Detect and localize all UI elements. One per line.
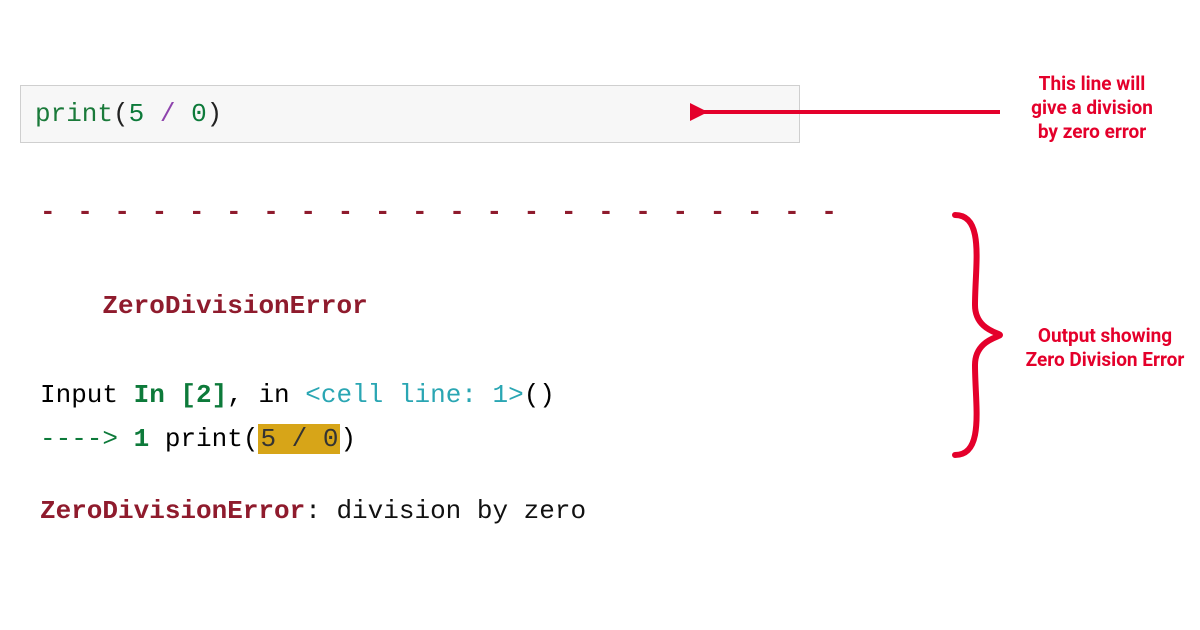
- traceback-arrow: ---->: [40, 424, 134, 454]
- annotation-output: Output showing Zero Division Error: [1010, 324, 1200, 372]
- input-label: Input: [40, 380, 134, 410]
- token-lparen: (: [113, 99, 129, 129]
- traceback-arrow-line: ----> 1 print(5 / 0): [40, 417, 860, 461]
- cell-line-ref: <cell line: 1>: [305, 380, 523, 410]
- error-type-name: ZeroDivisionError: [102, 291, 367, 321]
- annotation-input: This line will give a division by zero e…: [1002, 72, 1182, 143]
- final-error-message: : division by zero: [305, 496, 586, 526]
- final-error-line: ZeroDivisionError: division by zero: [40, 489, 860, 533]
- error-type-line: ZeroDivisionError: [40, 240, 860, 373]
- annotation-output-line2: Zero Division Error: [1026, 348, 1185, 371]
- arrow-icon: [690, 100, 1010, 130]
- annotation-input-line1: This line will: [1039, 72, 1146, 95]
- print-lparen: (: [243, 424, 259, 454]
- token-space: [144, 99, 160, 129]
- annotation-input-line2: give a division: [1031, 96, 1153, 119]
- code-input-cell[interactable]: print(5 / 0): [20, 85, 800, 143]
- token-print: print: [35, 99, 113, 129]
- print-rparen: ): [340, 424, 356, 454]
- comma-in: , in: [227, 380, 305, 410]
- highlighted-expr: 5 / 0: [258, 424, 340, 454]
- token-space: [175, 99, 191, 129]
- print-call: print: [165, 424, 243, 454]
- output-block: - - - - - - - - - - - - - - - - - - - - …: [40, 190, 860, 533]
- token-num-0: 0: [191, 99, 207, 129]
- in-bracket: In [2]: [134, 380, 228, 410]
- curly-brace-icon: [940, 205, 1020, 465]
- trailing-paren: (): [524, 380, 555, 410]
- annotation-output-line1: Output showing: [1038, 324, 1172, 347]
- line-number: 1: [134, 424, 165, 454]
- token-divide: /: [160, 99, 176, 129]
- token-rparen: ): [207, 99, 223, 129]
- annotation-input-line3: by zero error: [1038, 120, 1146, 143]
- traceback-separator: - - - - - - - - - - - - - - - - - - - - …: [40, 190, 860, 240]
- token-num-5: 5: [129, 99, 145, 129]
- input-in-line: Input In [2], in <cell line: 1>(): [40, 373, 860, 417]
- final-error-name: ZeroDivisionError: [40, 496, 305, 526]
